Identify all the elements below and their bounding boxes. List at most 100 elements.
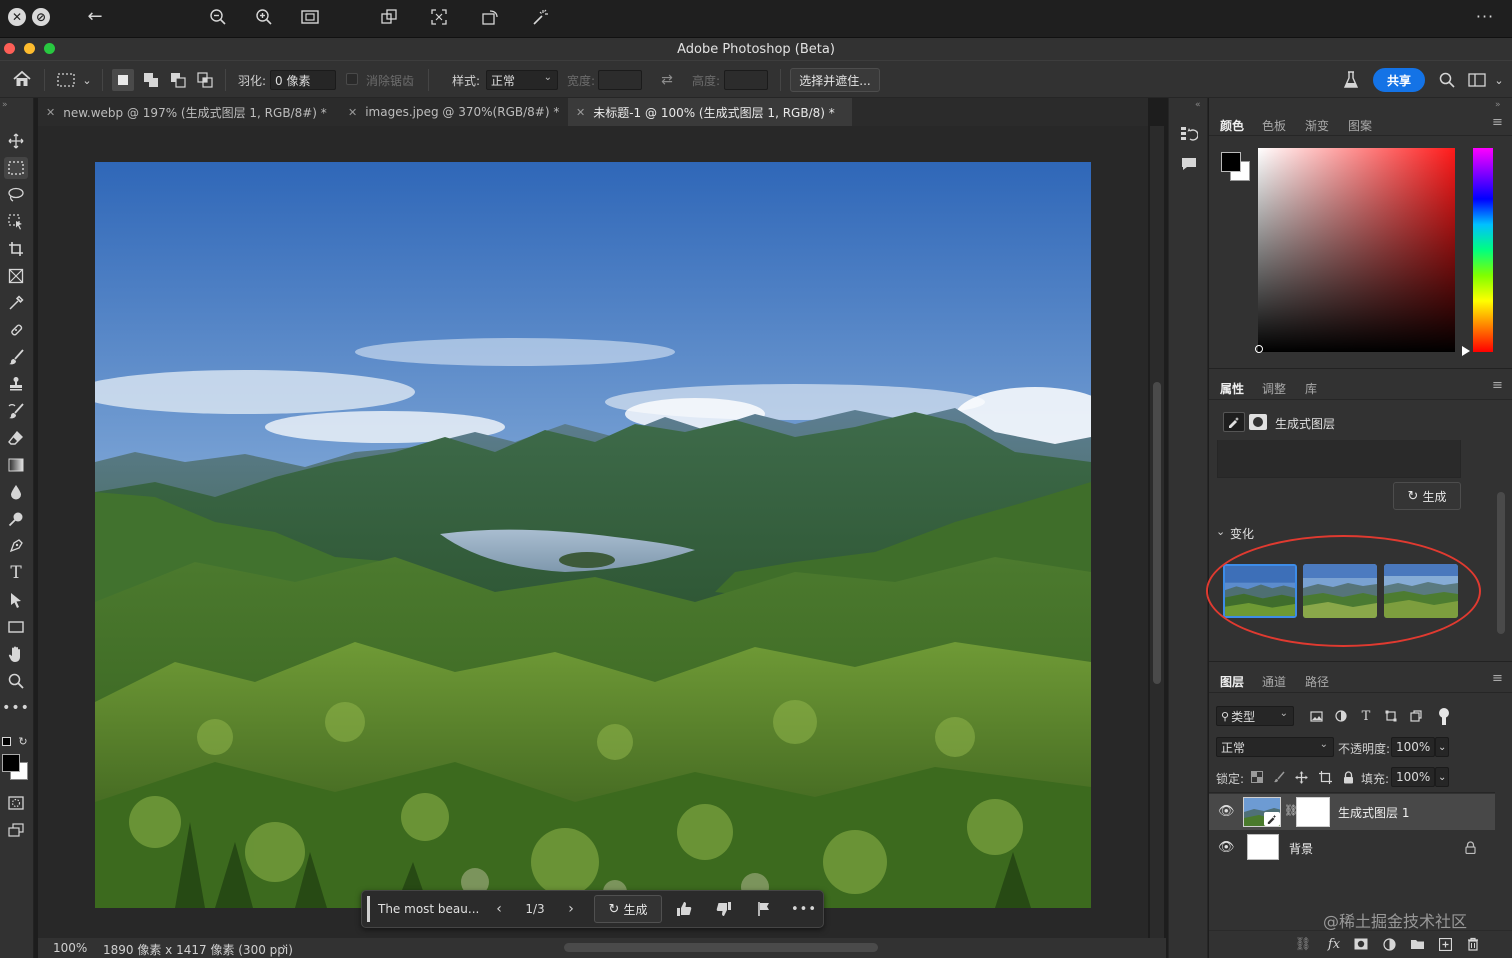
healing-brush-icon[interactable] <box>4 319 28 341</box>
style-select[interactable]: 正常 ⌄ <box>486 70 558 90</box>
link-layers-icon[interactable]: ⛓ <box>1293 934 1313 954</box>
zoom-level[interactable]: 100% <box>53 941 87 955</box>
transform-icon[interactable] <box>428 6 450 28</box>
filter-pixel-icon[interactable] <box>1307 706 1325 726</box>
lock-all-icon[interactable] <box>1340 768 1356 786</box>
layer-mask-thumbnail[interactable] <box>1296 797 1330 827</box>
eraser-tool-icon[interactable] <box>4 427 28 449</box>
canvas-image[interactable] <box>95 162 1091 908</box>
dodge-tool-icon[interactable] <box>4 508 28 530</box>
zoom-out-icon[interactable] <box>207 6 229 28</box>
thumbs-up-icon[interactable] <box>672 898 696 920</box>
close-tab-icon[interactable]: ✕ <box>46 106 55 119</box>
frame-tool-icon[interactable] <box>4 265 28 287</box>
previous-variation-icon[interactable]: ‹ <box>488 898 510 920</box>
filter-adjustment-icon[interactable] <box>1332 706 1350 726</box>
lock-artboard-icon[interactable] <box>1317 768 1333 786</box>
filter-shape-icon[interactable] <box>1382 706 1400 726</box>
swap-colors-icon[interactable]: ↻ <box>16 734 30 748</box>
lock-pixels-icon[interactable] <box>1271 768 1287 786</box>
next-variation-icon[interactable]: › <box>560 898 582 920</box>
close-tab-icon[interactable]: ✕ <box>348 106 357 119</box>
add-mask-icon[interactable] <box>1351 934 1371 954</box>
select-and-mask-button[interactable]: 选择并遮住... <box>790 68 880 92</box>
layer-style-fx-icon[interactable]: fx <box>1323 934 1345 954</box>
panel-menu-icon[interactable]: ≡ <box>1492 378 1503 393</box>
lock-transparency-icon[interactable] <box>1249 768 1265 786</box>
rotate-view-icon[interactable] <box>479 6 501 28</box>
hue-slider[interactable] <box>1473 148 1493 352</box>
delete-layer-trash-icon[interactable] <box>1463 934 1483 954</box>
home-icon[interactable] <box>10 68 34 90</box>
chevron-down-icon[interactable]: ⌄ <box>1435 767 1449 787</box>
chevron-down-icon[interactable]: ⌄ <box>1435 737 1449 757</box>
foreground-color-swatch[interactable] <box>2 754 20 772</box>
layer-row[interactable]: 👁 背景 <box>1209 830 1495 866</box>
history-panel-icon[interactable] <box>1177 122 1201 146</box>
blur-tool-icon[interactable] <box>4 481 28 503</box>
intersect-selection-icon[interactable] <box>194 69 216 91</box>
height-input[interactable] <box>724 70 768 90</box>
width-input[interactable] <box>598 70 642 90</box>
thumbs-down-icon[interactable] <box>712 898 736 920</box>
type-tool-icon[interactable]: T <box>4 562 28 584</box>
horizontal-scrollbar-thumb[interactable] <box>564 943 878 952</box>
prompt-input[interactable]: The most beau... <box>367 896 483 922</box>
filter-smart-object-icon[interactable] <box>1407 706 1425 726</box>
search-icon[interactable] <box>1436 68 1458 92</box>
crop-tool-icon[interactable] <box>4 238 28 260</box>
tab-swatches[interactable]: 色板 <box>1262 117 1286 134</box>
back-arrow-icon[interactable]: ← <box>84 6 106 28</box>
generate-button[interactable]: ↻ 生成 <box>594 895 662 923</box>
history-brush-icon[interactable] <box>4 400 28 422</box>
subtract-selection-icon[interactable] <box>167 69 189 91</box>
chevron-right-icon[interactable]: › <box>282 940 287 954</box>
window-minimize-button[interactable] <box>24 43 35 54</box>
close-tab-icon[interactable]: ✕ <box>576 106 585 119</box>
color-picker-cursor[interactable] <box>1255 345 1263 353</box>
tab-properties[interactable]: 属性 <box>1220 380 1244 397</box>
layer-filter-select[interactable]: ⚲ 类型 ⌄ <box>1216 706 1294 726</box>
collapse-panels-icon[interactable]: » <box>1495 100 1501 110</box>
zoom-in-icon[interactable] <box>253 6 275 28</box>
hand-tool-icon[interactable] <box>4 643 28 665</box>
tab-adjustments[interactable]: 调整 <box>1262 380 1286 397</box>
visibility-eye-icon[interactable]: 👁 <box>1218 840 1235 855</box>
share-button[interactable]: 共享 <box>1373 68 1425 92</box>
tab-color[interactable]: 颜色 <box>1220 117 1244 134</box>
collapse-toolbar-icon[interactable]: » <box>2 100 8 110</box>
tab-patterns[interactable]: 图案 <box>1348 117 1372 134</box>
screen-mode-icon[interactable] <box>4 819 28 841</box>
clone-stamp-icon[interactable] <box>4 373 28 395</box>
more-options-icon[interactable]: ••• <box>791 898 816 920</box>
default-colors-icon[interactable] <box>2 737 11 746</box>
layer-name[interactable]: 生成式图层 1 <box>1338 804 1409 821</box>
fill-input[interactable]: 100% <box>1391 767 1435 787</box>
chevron-down-icon[interactable]: ⌄ <box>80 71 94 89</box>
blend-mode-select[interactable]: 正常 ⌄ <box>1216 737 1334 757</box>
window-zoom-button[interactable] <box>44 43 55 54</box>
new-selection-icon[interactable] <box>112 69 134 91</box>
magic-wand-icon[interactable] <box>529 6 551 28</box>
arrange-icon[interactable] <box>378 6 400 28</box>
rectangle-tool-icon[interactable] <box>4 616 28 638</box>
canvas-area[interactable]: The most beau... ‹ 1/3 › ↻ 生成 ••• <box>38 126 1148 938</box>
zoom-tool-icon[interactable] <box>4 670 28 692</box>
generate-button[interactable]: ↻ 生成 <box>1393 482 1461 510</box>
prompt-textarea[interactable] <box>1217 440 1461 478</box>
tab-paths[interactable]: 路径 <box>1305 673 1329 690</box>
new-adjustment-layer-icon[interactable] <box>1379 934 1399 954</box>
lock-position-icon[interactable] <box>1293 768 1309 786</box>
color-picker-field[interactable] <box>1255 148 1455 353</box>
cancel-icon[interactable]: ⊘ <box>32 8 50 26</box>
lab-flask-icon[interactable] <box>1340 68 1362 92</box>
collapse-panels-icon[interactable]: « <box>1195 100 1201 110</box>
report-flag-icon[interactable] <box>752 898 776 920</box>
new-group-folder-icon[interactable] <box>1407 934 1427 954</box>
hue-slider-handle[interactable] <box>1462 346 1470 356</box>
scrollbar-thumb[interactable] <box>1153 382 1161 684</box>
panel-menu-icon[interactable]: ≡ <box>1492 671 1503 686</box>
swap-icon[interactable]: ⇄ <box>656 70 678 90</box>
foreground-color-swatch[interactable] <box>1221 152 1241 172</box>
tab-gradients[interactable]: 渐变 <box>1305 117 1329 134</box>
